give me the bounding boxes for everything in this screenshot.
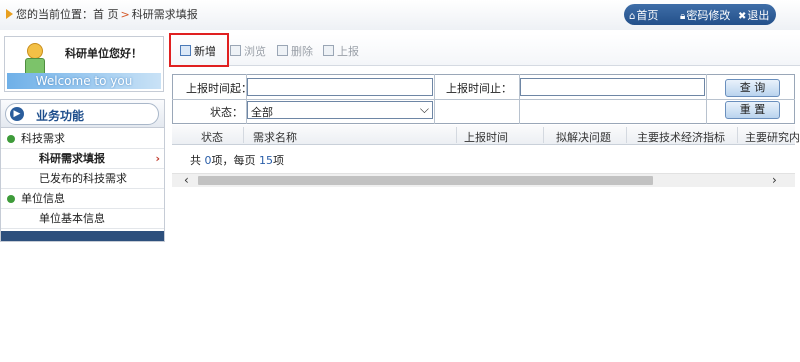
browse-button-label: 浏览 [244, 45, 266, 58]
menu-group-unit-info[interactable]: 单位信息 [1, 189, 164, 209]
avatar-head [27, 43, 43, 59]
avatar-body [25, 58, 45, 74]
column-separator [737, 127, 738, 143]
password-change-link[interactable]: 🔒︎密码修改 [680, 7, 730, 23]
toolbar: 新增 浏览 删除 上报 [170, 34, 800, 66]
column-separator [626, 127, 627, 143]
home-icon: ⌂ [629, 11, 636, 22]
chevron-right-icon: › [155, 152, 160, 165]
logout-link[interactable]: ✖退出 [738, 7, 769, 23]
browse-button[interactable]: 浏览 [230, 43, 266, 59]
password-change-label: 密码修改 [686, 9, 731, 22]
function-menu-header: ▶ 业务功能 [1, 100, 164, 128]
delete-button-label: 删除 [291, 45, 313, 58]
menu-group-tech-demand[interactable]: 科技需求 [1, 129, 164, 149]
pagination-text: 共 [190, 154, 205, 167]
menu-item-label: 已发布的科技需求 [39, 172, 127, 185]
pagination-text: 项，每页 [211, 154, 259, 167]
welcome-banner-text: Welcome to you [35, 74, 133, 88]
column-header-research-content[interactable]: 主要研究内 [745, 129, 800, 145]
home-link[interactable]: ⌂首页 [629, 7, 658, 23]
breadcrumb-arrow-icon [6, 9, 13, 19]
report-button-label: 上报 [337, 45, 359, 58]
end-date-input[interactable] [520, 78, 705, 96]
menu-group-label: 单位信息 [21, 192, 65, 205]
grid-pagination-summary: 共 0项，每页 15项 [190, 152, 284, 168]
welcome-greeting: 科研单位您好！ [65, 47, 142, 60]
bullet-dot-icon [7, 135, 15, 143]
column-separator [456, 127, 457, 143]
breadcrumb-prefix: 您的当前位置： [16, 8, 93, 21]
delete-document-icon [277, 45, 288, 56]
report-document-icon [323, 45, 334, 56]
delete-button[interactable]: 删除 [277, 43, 313, 59]
browse-document-icon [230, 45, 241, 56]
welcome-panel: 科研单位您好！ Welcome to you [4, 36, 164, 92]
breadcrumb-current: 科研需求填报 [131, 8, 198, 21]
home-link-label: 首页 [636, 9, 659, 22]
column-separator [543, 127, 544, 143]
function-menu: 科技需求 科研需求填报 › 已发布的科技需求 单位信息 单位基本信息 [1, 129, 164, 229]
menu-item-label: 科研需求填报 [39, 152, 105, 165]
status-select-value: 全部 [251, 106, 273, 119]
column-header-status[interactable]: 状态 [201, 129, 223, 145]
column-header-demand-name[interactable]: 需求名称 [253, 129, 297, 145]
function-menu-footer [1, 231, 164, 241]
column-separator [243, 127, 244, 143]
user-avatar-icon [23, 43, 47, 77]
menu-item-unit-basic-info[interactable]: 单位基本信息 [1, 209, 164, 229]
menu-group-label: 科技需求 [21, 132, 65, 145]
breadcrumb: 您的当前位置：首 页 > 科研需求填报 [6, 6, 198, 22]
column-header-report-time[interactable]: 上报时间 [464, 129, 508, 145]
scroll-left-arrow-icon[interactable]: ‹ [184, 173, 189, 187]
end-date-label: 上报时间止： [446, 82, 512, 95]
bullet-dot-icon [7, 195, 15, 203]
breadcrumb-home-link[interactable]: 首 页 [93, 8, 119, 21]
menu-item-published-demands[interactable]: 已发布的科技需求 [1, 169, 164, 189]
search-col-divider [434, 74, 435, 124]
page-size: 15 [259, 154, 273, 167]
close-icon: ✖ [738, 11, 747, 22]
lock-icon: 🔒︎ [680, 11, 686, 22]
breadcrumb-separator: > [120, 8, 130, 21]
left-pane: 科研单位您好！ Welcome to you ▶ 业务功能 科技需求 科研需求填… [0, 34, 165, 242]
grid-header: 状态 需求名称 上报时间 拟解决问题 主要技术经济指标 主要研究内 [172, 125, 800, 145]
query-button[interactable]: 查 询 [725, 79, 780, 97]
chevron-down-icon: ⌵ [419, 102, 429, 116]
top-links-bar: ⌂首页 🔒︎密码修改 ✖退出 [624, 4, 776, 25]
horizontal-scrollbar[interactable]: ‹ › [172, 173, 795, 187]
function-menu-title: 业务功能 [36, 109, 85, 123]
column-header-problem[interactable]: 拟解决问题 [556, 129, 611, 145]
function-menu-panel: ▶ 业务功能 科技需求 科研需求填报 › 已发布的科技需求 单位信息 单位基本信息 [0, 99, 165, 242]
logout-label: 退出 [747, 9, 770, 22]
function-menu-title-pill: ▶ 业务功能 [5, 103, 159, 125]
status-select[interactable]: 全部 ⌵ [247, 101, 433, 119]
scroll-right-arrow-icon[interactable]: › [772, 173, 777, 187]
menu-item-research-demand-fill[interactable]: 科研需求填报 › [1, 149, 164, 169]
menu-item-label: 单位基本信息 [39, 212, 105, 225]
search-row-divider [172, 99, 795, 100]
top-bar: 您的当前位置：首 页 > 科研需求填报 ⌂首页 🔒︎密码修改 ✖退出 [0, 0, 800, 30]
start-date-label: 上报时间起： [186, 82, 252, 95]
reset-button[interactable]: 重 置 [725, 101, 780, 119]
scrollbar-thumb[interactable] [198, 176, 653, 185]
status-label: 状态： [210, 106, 243, 119]
welcome-banner: Welcome to you [7, 73, 161, 89]
pagination-text: 项 [273, 154, 284, 167]
total-count: 0 [204, 154, 212, 167]
circle-arrow-icon: ▶ [10, 107, 24, 121]
results-grid: 状态 需求名称 上报时间 拟解决问题 主要技术经济指标 主要研究内 共 0项，每… [172, 125, 800, 187]
search-col-divider [706, 74, 707, 124]
column-header-indicators[interactable]: 主要技术经济指标 [637, 129, 725, 145]
report-button[interactable]: 上报 [323, 43, 359, 59]
start-date-input[interactable] [247, 78, 433, 96]
add-button-highlight [169, 33, 229, 67]
